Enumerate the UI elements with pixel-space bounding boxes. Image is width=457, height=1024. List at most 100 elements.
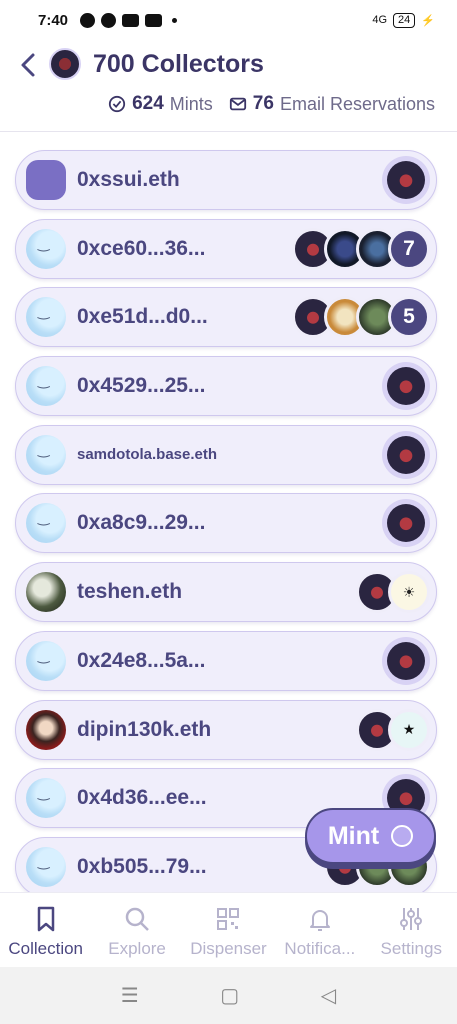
youtube-icon — [122, 13, 140, 27]
email-stat: 76 Email Reservations — [229, 93, 435, 115]
whatsapp-icon — [80, 12, 96, 28]
nft-thumb-wrap — [382, 636, 430, 685]
avatar — [26, 709, 66, 750]
nft-thumb — [387, 367, 425, 406]
collector-name: 0x4529...25... — [77, 374, 206, 398]
nft-thumb-wrap — [382, 362, 430, 411]
collector-name: 0xb505...79... — [77, 854, 207, 878]
status-right: 4G 24 ⚡ — [372, 12, 435, 28]
more-count-badge: 7 — [388, 227, 430, 270]
system-nav-bar: ☰ ▢ ◁ — [0, 967, 457, 1024]
collector-row[interactable]: 0x24e8...5a... — [15, 630, 437, 691]
menu-icon[interactable]: ☰ — [121, 983, 139, 1008]
tab-label: Notifica... — [284, 939, 356, 958]
nft-stack — [382, 499, 430, 548]
avatar — [26, 572, 66, 613]
collector-name: 0x4d36...ee... — [77, 786, 207, 810]
collector-name: 0x24e8...5a... — [77, 648, 206, 672]
status-time: 7:40 — [38, 11, 69, 29]
nft-stack — [382, 430, 430, 479]
nft-thumb-wrap — [382, 499, 430, 548]
nft-stack: ★ — [356, 708, 430, 751]
avatar — [26, 503, 66, 544]
sliders-icon — [400, 908, 423, 930]
tab-label: Dispenser — [190, 939, 267, 958]
collection-avatar — [49, 48, 81, 80]
tab-explore[interactable]: Explore — [92, 905, 182, 959]
collector-row[interactable]: teshen.eth ☀ — [15, 562, 437, 623]
mints-stat: 624 Mints — [108, 93, 213, 115]
nft-thumb — [387, 435, 425, 474]
email-label: Email Reservations — [279, 93, 435, 114]
header: 700 Collectors 624 Mints 76 Email Reserv… — [0, 40, 457, 132]
avatar — [26, 778, 66, 819]
email-count: 76 — [252, 93, 274, 114]
collector-row[interactable]: dipin130k.eth ★ — [15, 699, 437, 760]
tab-notifications[interactable]: Notifica... — [275, 905, 365, 959]
battery-icon: 24 — [393, 12, 416, 28]
avatar — [26, 640, 66, 681]
avatar — [26, 434, 66, 475]
medal-icon — [391, 825, 414, 847]
tab-label: Settings — [380, 939, 442, 958]
avatar — [26, 228, 66, 269]
nft-stack — [382, 636, 430, 685]
collector-name: samdotola.base.eth — [77, 446, 218, 464]
chevron-left-icon — [21, 53, 35, 77]
nft-thumb — [387, 641, 425, 680]
notification-icons — [80, 12, 178, 28]
mints-label: Mints — [169, 93, 213, 114]
avatar — [26, 160, 66, 200]
collector-row[interactable]: 0x4529...25... — [15, 356, 437, 417]
nft-stack: 5 — [292, 296, 430, 339]
charging-icon: ⚡ — [421, 14, 435, 27]
collector-row[interactable]: 0xce60...36... 7 — [15, 218, 437, 279]
collector-name: dipin130k.eth — [77, 717, 212, 741]
avatar — [26, 846, 66, 887]
collector-row[interactable]: 0xssui.eth — [15, 150, 437, 210]
collector-name: 0xce60...36... — [77, 236, 206, 260]
more-count-badge: 5 — [388, 296, 430, 339]
collector-name: 0xa8c9...29... — [77, 511, 206, 535]
sun-icon: ☀ — [388, 571, 430, 614]
tab-bar: Collection Explore Dispenser Notifica...… — [0, 892, 457, 967]
collector-name: teshen.eth — [77, 580, 183, 604]
nft-stack: 7 — [292, 227, 430, 270]
collector-row[interactable]: 0xe51d...d0... 5 — [15, 287, 437, 348]
youtube-icon — [145, 13, 163, 27]
back-triangle-icon[interactable]: ◁ — [321, 983, 336, 1008]
nft-stack: ☀ — [356, 571, 430, 614]
nft-thumb-wrap — [382, 156, 430, 204]
status-bar: 7:40 4G 24 ⚡ — [0, 0, 457, 40]
bookmark-icon — [37, 906, 54, 932]
tab-label: Collection — [8, 939, 84, 958]
nft-thumb — [387, 504, 425, 543]
collector-list: 0xssui.eth 0xce60...36... 7 0xe51d...d0.… — [15, 150, 437, 906]
home-icon[interactable]: ▢ — [220, 983, 239, 1008]
tab-dispenser[interactable]: Dispenser — [183, 905, 273, 959]
mints-count: 624 — [132, 93, 164, 114]
collector-name: 0xssui.eth — [77, 168, 180, 191]
collector-row[interactable]: samdotola.base.eth — [15, 424, 437, 485]
nft-stack — [382, 156, 430, 204]
chat-icon — [101, 12, 117, 28]
mint-button[interactable]: Mint — [305, 808, 436, 864]
mail-icon — [229, 97, 246, 111]
collector-row[interactable]: 0xa8c9...29... — [15, 493, 437, 554]
avatar — [26, 297, 66, 338]
star-icon: ★ — [388, 708, 430, 751]
collector-name: 0xe51d...d0... — [77, 305, 208, 329]
nft-thumb-wrap — [382, 430, 430, 479]
nft-thumb — [387, 161, 425, 199]
bell-icon — [309, 910, 330, 931]
network-label: 4G — [372, 14, 388, 26]
check-circle-icon — [108, 95, 126, 113]
tab-settings[interactable]: Settings — [366, 905, 456, 959]
search-icon — [125, 907, 149, 931]
tab-label: Explore — [108, 939, 166, 958]
back-button[interactable] — [14, 50, 44, 80]
avatar — [26, 366, 66, 407]
more-dot-icon — [172, 17, 178, 23]
qr-icon — [217, 908, 240, 930]
tab-collection[interactable]: Collection — [1, 905, 91, 959]
